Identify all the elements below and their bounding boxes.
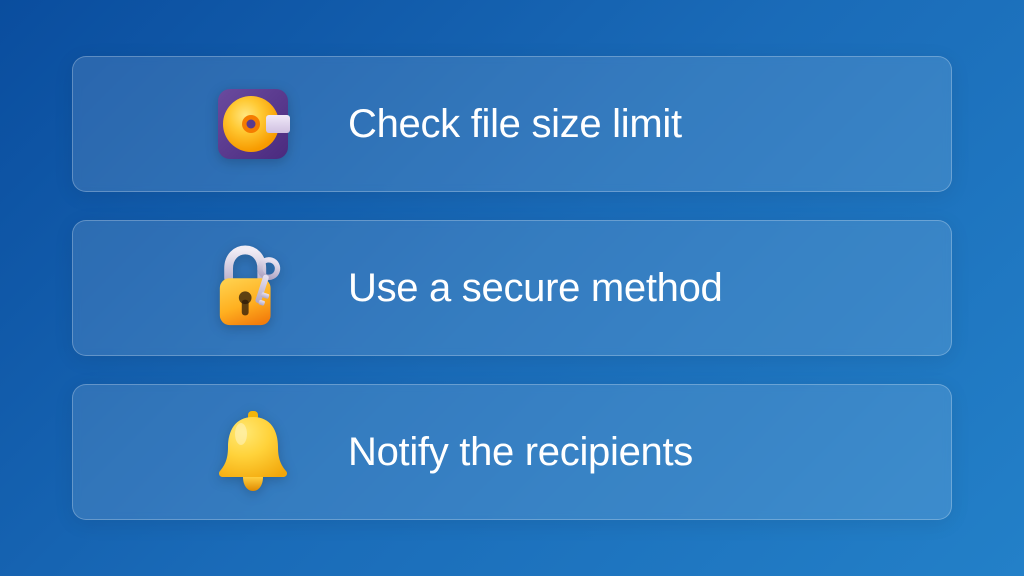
lock-key-icon	[213, 248, 293, 328]
option-notify-recipients[interactable]: Notify the recipients	[72, 384, 952, 520]
option-check-file-size[interactable]: Check file size limit	[72, 56, 952, 192]
option-label: Notify the recipients	[348, 430, 693, 475]
bell-icon	[213, 412, 293, 492]
disc-icon	[213, 84, 293, 164]
option-label: Check file size limit	[348, 102, 682, 147]
option-label: Use a secure method	[348, 266, 723, 311]
option-secure-method[interactable]: Use a secure method	[72, 220, 952, 356]
